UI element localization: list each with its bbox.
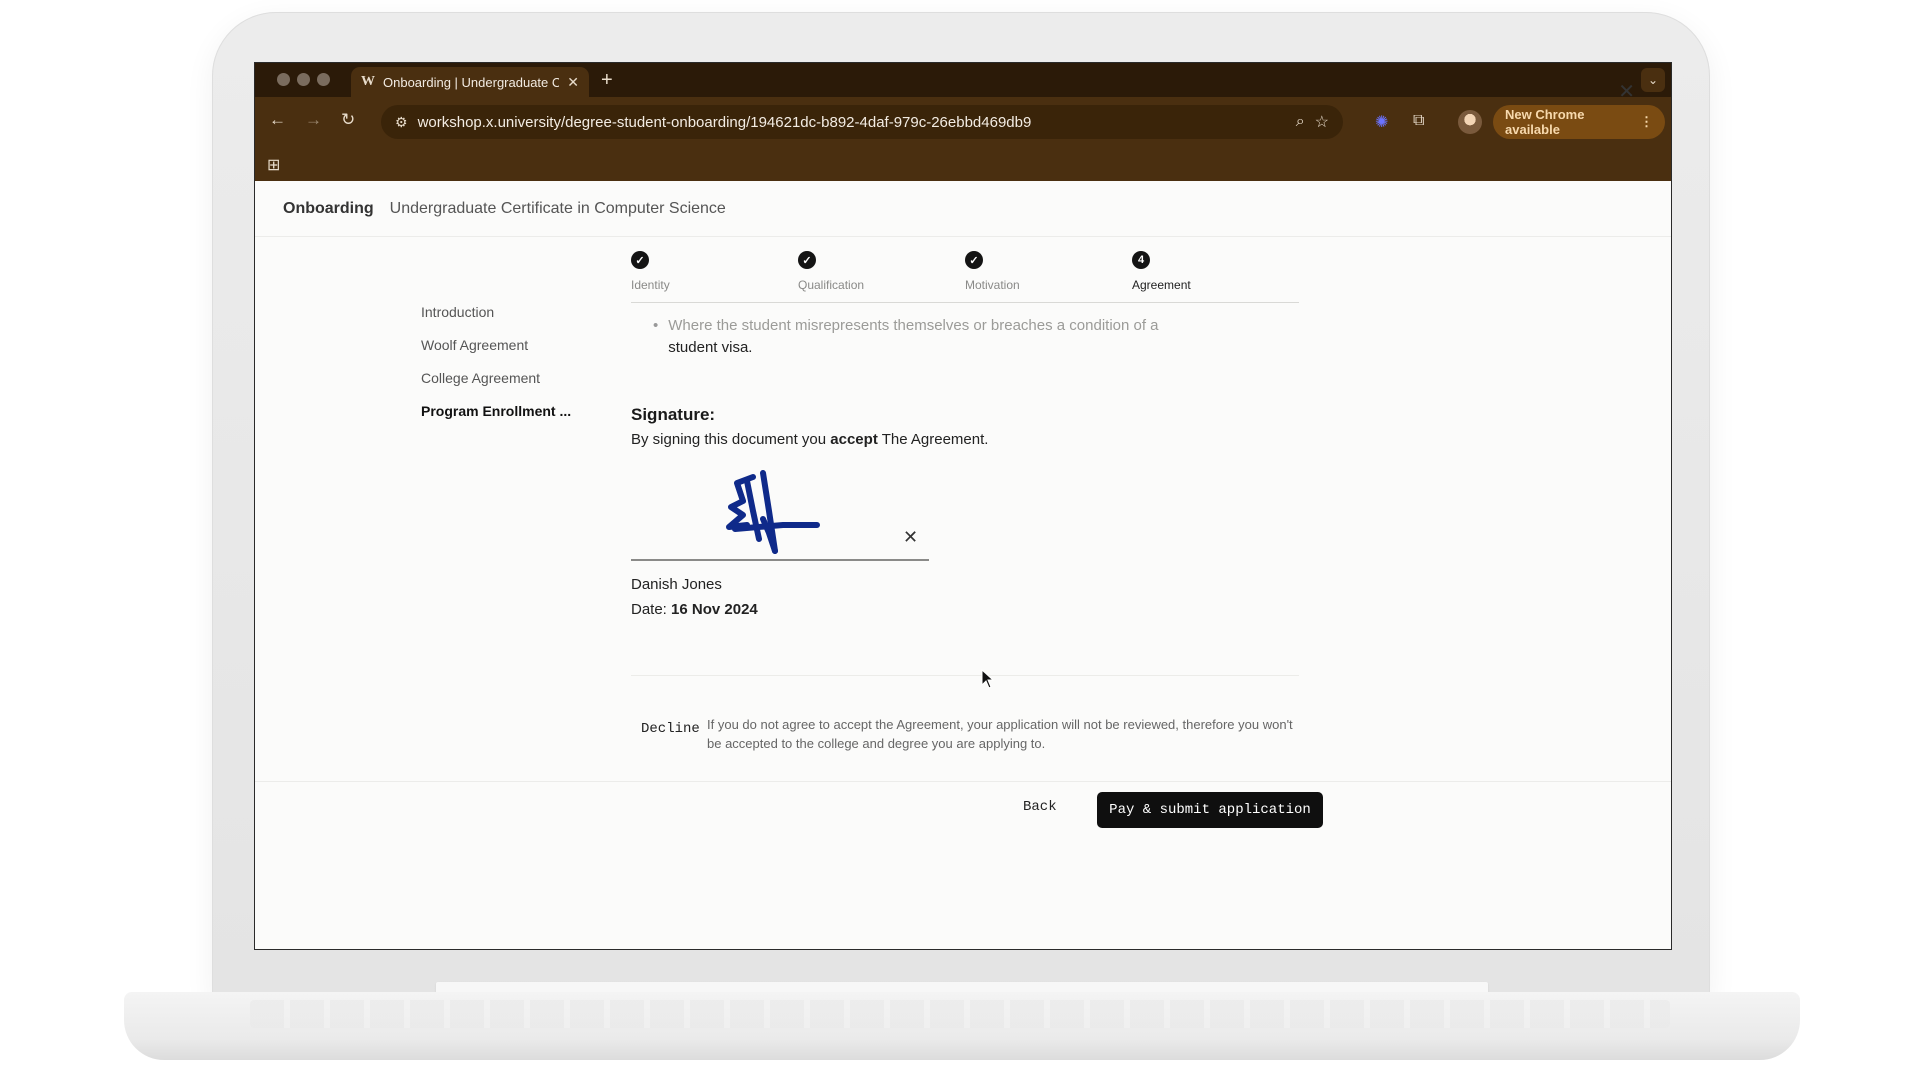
signature-date: Date: 16 Nov 2024 [631,601,758,618]
close-icon[interactable]: ✕ [1618,79,1635,104]
step-label: Motivation [965,278,1020,292]
window-minimize-dot[interactable] [297,73,310,86]
forward-arrow-icon[interactable]: → [305,110,322,130]
browser-chrome: W Onboarding | Undergraduate C ✕ + ⌄ ← →… [255,63,1671,181]
bookmarks-bar: ⊞ [255,147,1671,181]
bullet-dot: • [653,317,659,334]
step-identity[interactable]: ✓ Identity [631,251,670,292]
signature-heading: Signature: [631,405,716,424]
tab-favicon: W [361,74,375,89]
mouse-cursor-icon [981,669,995,689]
tune-icon[interactable]: ⚙ [395,114,408,131]
step-check-icon: ✓ [798,251,816,269]
signature-pad[interactable]: ✕ [631,463,929,561]
browser-toolbar: ← → ↻ ⚙ workshop.x.university/degree-stu… [255,97,1671,147]
tab-strip: W Onboarding | Undergraduate C ✕ + ⌄ [255,63,1671,97]
back-button[interactable]: Back [1023,799,1057,815]
bullet-text-faded: Where the student misrepresents themselv… [668,317,1159,334]
agreement-bullet: • Where the student misrepresents themse… [631,315,1299,359]
window-maximize-dot[interactable] [317,73,330,86]
new-tab-icon[interactable]: + [601,69,613,92]
apps-grid-icon[interactable]: ⊞ [267,155,280,175]
tab-search-chevron-icon[interactable]: ⌄ [1641,68,1665,92]
laptop-screen: W Onboarding | Undergraduate C ✕ + ⌄ ← →… [254,62,1672,950]
star-icon[interactable]: ☆ [1315,112,1329,132]
step-label: Qualification [798,278,865,292]
decline-note: If you do not agree to accept the Agreem… [707,717,1293,751]
puzzle-icon[interactable]: ⧉ [1413,112,1424,130]
address-bar[interactable]: ⚙ workshop.x.university/degree-student-o… [381,105,1343,139]
step-qualification[interactable]: ✓ Qualification [798,251,864,292]
signature-drawing [726,470,820,554]
url-text[interactable]: workshop.x.university/degree-student-onb… [418,114,1286,131]
signature-terms: By signing this document you accept The … [631,431,989,448]
progress-stepper: ✓ Identity ✓ Qualification ✓ Motivation … [631,251,1299,303]
zoom-icon[interactable]: ⌕ [1296,113,1305,131]
kebab-menu-icon: ⋮ [1640,114,1653,129]
sidebar-item-program-enrollment[interactable]: Program Enrollment ... [421,394,571,427]
agreement-content: • Where the student misrepresents themse… [631,315,1299,359]
tab-close-icon[interactable]: ✕ [567,74,579,91]
profile-avatar[interactable] [1458,110,1482,134]
bullet-text: student visa. [668,339,753,356]
sidebar-item-college-agreement[interactable]: College Agreement [421,361,571,394]
step-number: 4 [1132,251,1150,269]
section-nav: Introduction Woolf Agreement College Agr… [421,295,571,427]
step-label: Identity [631,278,670,292]
browser-tab-active[interactable]: W Onboarding | Undergraduate C ✕ [351,67,589,97]
header-brand: Onboarding [283,199,374,217]
header-course-title: Undergraduate Certificate in Computer Sc… [389,199,726,217]
tab-title: Onboarding | Undergraduate C [383,74,560,90]
pay-submit-button[interactable]: Pay & submit application [1097,792,1323,828]
step-agreement[interactable]: 4 Agreement [1132,251,1191,292]
sidebar-item-introduction[interactable]: Introduction [421,295,571,328]
decline-button[interactable]: Decline [641,721,700,737]
section-divider [631,675,1299,676]
update-label: New Chrome available [1505,107,1585,137]
window-close-dot[interactable] [277,73,290,86]
app-header: Onboarding Undergraduate Certificate in … [255,181,1671,237]
step-check-icon: ✓ [965,251,983,269]
extension-icon[interactable]: ✺ [1375,112,1388,132]
clear-signature-icon[interactable]: ✕ [903,527,918,548]
reload-icon[interactable]: ↻ [341,110,355,130]
footer-divider [255,781,1671,782]
step-motivation[interactable]: ✓ Motivation [965,251,1020,292]
step-check-icon: ✓ [631,251,649,269]
signer-name: Danish Jones [631,576,722,593]
update-chrome-button[interactable]: New Chrome available ⋮ [1493,105,1665,139]
back-arrow-icon[interactable]: ← [269,110,286,130]
sidebar-item-woolf-agreement[interactable]: Woolf Agreement [421,328,571,361]
keyboard-shadow [250,1000,1670,1028]
step-label: Agreement [1132,278,1191,292]
